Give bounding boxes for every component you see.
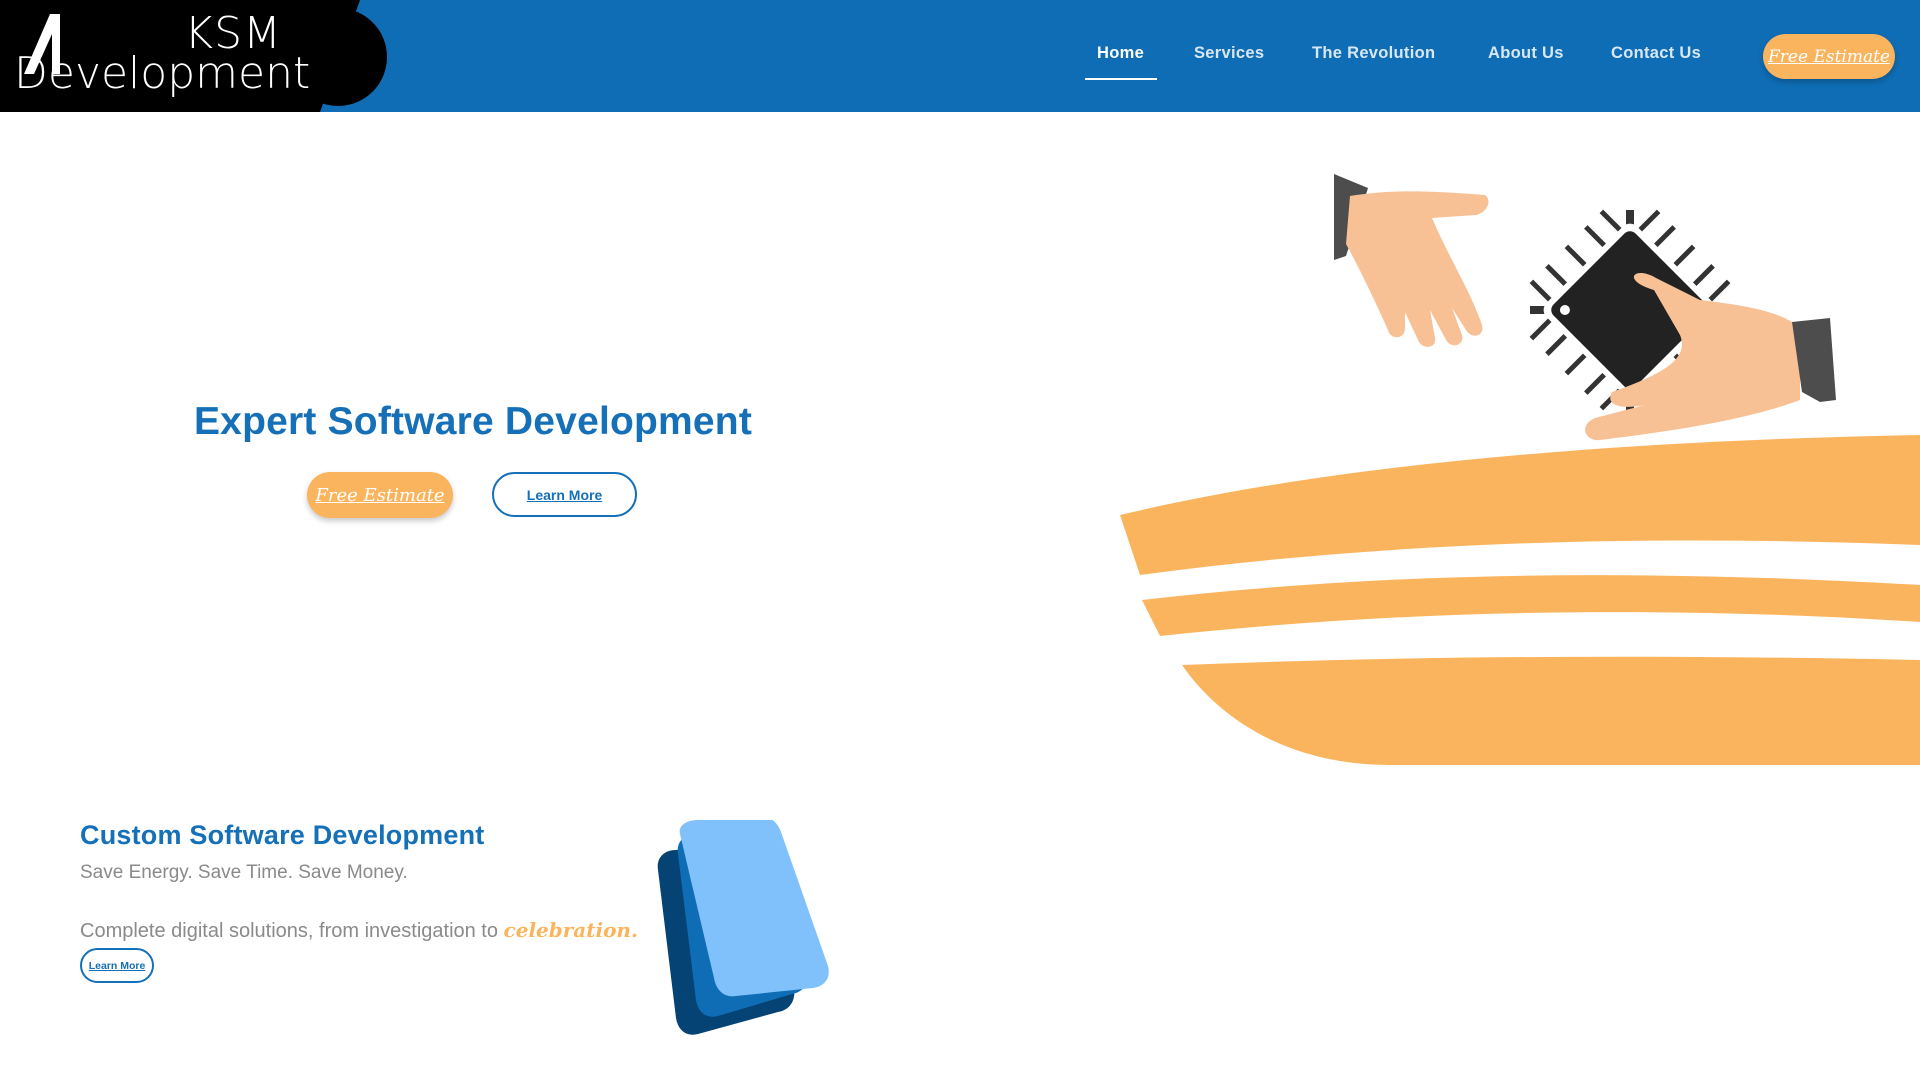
hero-title: Expert Software Development bbox=[193, 400, 753, 443]
page: KSM Development Home Services The Revolu… bbox=[0, 0, 1920, 1080]
logo[interactable]: KSM Development bbox=[0, 0, 400, 112]
section-learn-more-button[interactable]: Learn More bbox=[80, 948, 154, 983]
section-description-accent: celebration. bbox=[503, 918, 638, 942]
nav-the-revolution[interactable]: The Revolution bbox=[1312, 44, 1435, 63]
nav-home[interactable]: Home bbox=[1097, 44, 1144, 63]
nav-contact-us[interactable]: Contact Us bbox=[1611, 44, 1701, 63]
nav-active-indicator bbox=[1085, 78, 1157, 80]
section-description: Complete digital solutions, from investi… bbox=[80, 918, 638, 943]
hero-free-estimate-button[interactable]: Free Estimate bbox=[307, 472, 453, 518]
section-title: Custom Software Development bbox=[80, 820, 485, 850]
section-description-text: Complete digital solutions, from investi… bbox=[80, 920, 504, 942]
handshake-chip-icon bbox=[1120, 174, 1920, 765]
header-free-estimate-button[interactable]: Free Estimate bbox=[1763, 34, 1895, 79]
nav-services[interactable]: Services bbox=[1194, 44, 1264, 63]
hero-learn-more-button[interactable]: Learn More bbox=[492, 472, 637, 517]
logo-mark-icon bbox=[24, 14, 60, 74]
section-subtitle: Save Energy. Save Time. Save Money. bbox=[80, 862, 408, 883]
nav-about-us[interactable]: About Us bbox=[1488, 44, 1564, 63]
stacked-cards-icon bbox=[657, 820, 829, 1035]
site-header: KSM Development Home Services The Revolu… bbox=[0, 0, 1920, 112]
